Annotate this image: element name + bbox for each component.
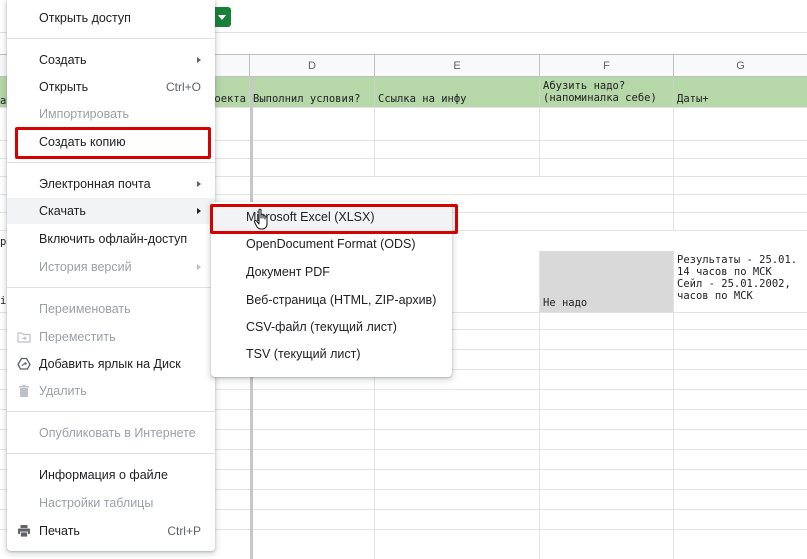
column-header-d[interactable]: D (250, 55, 375, 77)
cell-fragment: i (0, 295, 7, 307)
cell[interactable]: Не надо (540, 251, 674, 312)
menu-separator (7, 411, 215, 412)
menu-item-add-shortcut[interactable]: Добавить ярлык на Диск (7, 351, 215, 377)
cell[interactable]: Даты+ (674, 77, 807, 107)
chevron-right-icon (197, 208, 201, 214)
menu-item-open[interactable]: Открыть Ctrl+O (7, 74, 215, 100)
menu-separator (7, 453, 215, 454)
submenu-item-tsv[interactable]: TSV (текущий лист) (211, 341, 452, 368)
menu-item-import: Импортировать (39, 107, 130, 121)
cell[interactable]: Выполнил условия? (250, 77, 375, 107)
cell-fragment: р (0, 236, 7, 248)
submenu-item-ods[interactable]: OpenDocument Format (ODS) (211, 231, 452, 258)
cell-fragment: а (0, 95, 7, 107)
chevron-right-icon (197, 181, 201, 187)
share-dropdown-button[interactable] (213, 7, 231, 27)
menu-item-make-copy[interactable]: Создать копию (7, 129, 215, 155)
printer-icon (18, 525, 30, 538)
cell[interactable]: Результаты - 25.01. 14 часов по МСК Сейл… (674, 251, 807, 312)
download-submenu: Microsoft Excel (XLSX) OpenDocument Form… (211, 202, 452, 377)
menu-item-email[interactable]: Электронная почта (7, 171, 215, 197)
menu-item-download[interactable]: Скачать (7, 198, 215, 224)
menu-item-file-info[interactable]: Информация о файле (7, 462, 215, 488)
column-header-e[interactable]: E (375, 55, 540, 77)
hand-cursor-icon (253, 208, 268, 230)
menu-separator (7, 287, 215, 288)
menu-item-publish: Опубликовать в Интернете (39, 426, 196, 440)
menu-item-delete: Удалить (7, 378, 215, 404)
chevron-right-icon (197, 264, 201, 270)
file-menu: Открыть доступ Создать Открыть Ctrl+O Им… (7, 0, 215, 551)
cell[interactable]: Ссылка на инфу (375, 77, 540, 107)
menu-item-share[interactable]: Открыть доступ (7, 5, 215, 31)
shortcut-label: Ctrl+P (167, 524, 201, 538)
submenu-item-xlsx[interactable]: Microsoft Excel (XLSX) (211, 204, 452, 231)
menu-item-move: Переместить (7, 324, 215, 350)
menu-item-print[interactable]: Печать Ctrl+P (7, 518, 215, 544)
menu-item-offline[interactable]: Включить офлайн-доступ (7, 226, 215, 252)
menu-separator (7, 38, 215, 39)
column-header-g[interactable]: G (674, 55, 807, 77)
menu-item-rename: Переименовать (39, 302, 131, 316)
menu-item-version-history: История версий (7, 254, 215, 280)
menu-item-table-settings: Настройки таблицы (39, 496, 154, 510)
submenu-item-csv[interactable]: CSV-файл (текущий лист) (211, 314, 452, 341)
column-header-f[interactable]: F (540, 55, 674, 77)
trash-icon (19, 384, 29, 397)
menu-item-new[interactable]: Создать (7, 47, 215, 73)
chevron-right-icon (197, 57, 201, 63)
folder-move-icon (17, 332, 31, 343)
drive-shortcut-icon (17, 357, 31, 370)
menu-separator (7, 162, 215, 163)
cell[interactable]: Абузить надо? (напоминалка себе) (540, 77, 674, 107)
submenu-item-pdf[interactable]: Документ PDF (211, 259, 452, 286)
shortcut-label: Ctrl+O (165, 80, 201, 94)
submenu-item-html[interactable]: Веб-страница (HTML, ZIP-архив) (211, 287, 452, 314)
